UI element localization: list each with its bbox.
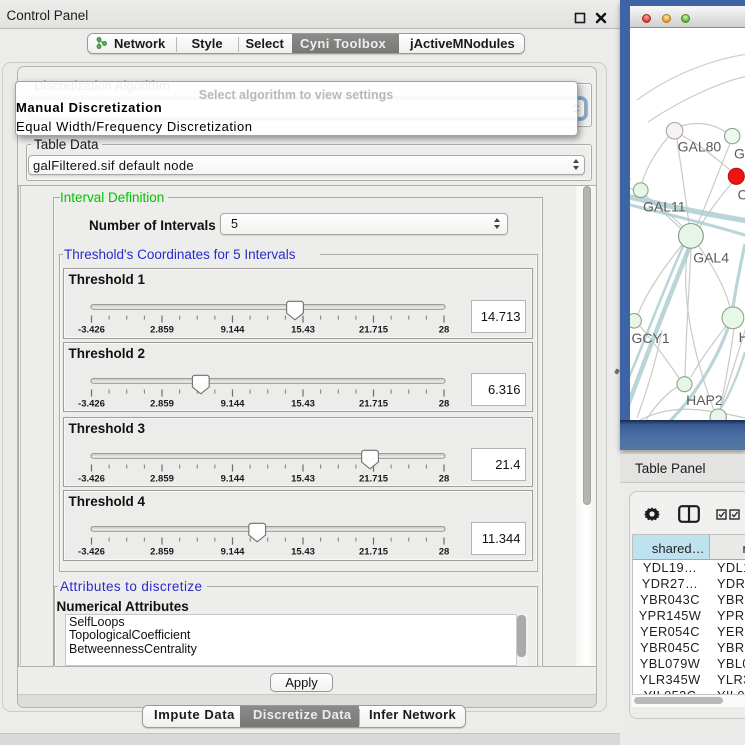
svg-text:2.859: 2.859 [150,325,174,336]
svg-text:GAL1: GAL1 [734,146,745,162]
svg-text:28: 28 [438,547,449,558]
svg-text:-3.426: -3.426 [78,325,105,336]
svg-text:GAL11: GAL11 [643,199,686,215]
svg-text:15.43: 15.43 [291,398,315,409]
svg-text:2.859: 2.859 [150,398,174,409]
svg-text:21.715: 21.715 [358,398,388,409]
svg-text:21.715: 21.715 [358,473,388,484]
svg-text:9.144: 9.144 [220,473,244,484]
svg-text:9.144: 9.144 [220,398,244,409]
svg-text:-3.426: -3.426 [78,398,105,409]
svg-text:GCY1: GCY1 [632,330,670,346]
svg-text:21.715: 21.715 [358,547,388,558]
svg-text:9.144: 9.144 [220,325,244,336]
svg-text:GAL4: GAL4 [693,250,729,266]
svg-text:2.859: 2.859 [150,547,174,558]
svg-text:2.859: 2.859 [150,473,174,484]
svg-text:-3.426: -3.426 [78,473,105,484]
svg-text:28: 28 [438,325,449,336]
svg-text:15.43: 15.43 [291,325,315,336]
svg-text:28: 28 [438,473,449,484]
svg-text:15.43: 15.43 [291,473,315,484]
svg-text:28: 28 [438,398,449,409]
svg-text:15.43: 15.43 [291,547,315,558]
svg-text:HI: HI [739,329,745,345]
svg-text:GAL80: GAL80 [678,138,722,154]
svg-text:CD: CD [738,187,745,203]
svg-text:21.715: 21.715 [358,325,388,336]
svg-text:-3.426: -3.426 [78,547,105,558]
svg-text:HAP2: HAP2 [686,392,723,408]
svg-text:9.144: 9.144 [220,547,244,558]
